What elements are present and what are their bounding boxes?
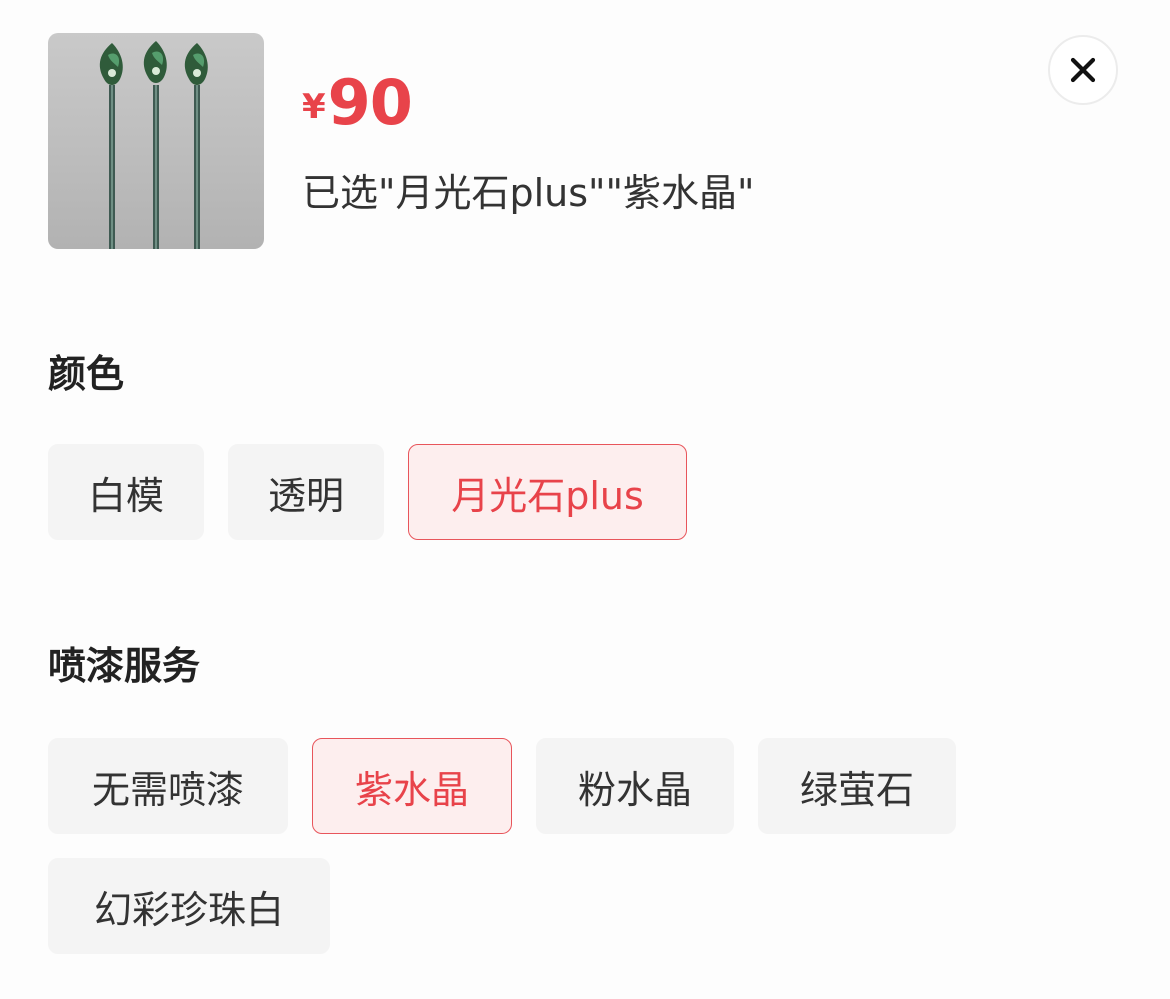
sku-selector-sheet: ¥90 已选"月光石plus""紫水晶" 颜色 白模 透明 月光石plus 喷漆… xyxy=(0,0,1170,999)
staff-image xyxy=(99,41,208,249)
close-icon xyxy=(1070,57,1096,83)
product-thumbnail xyxy=(48,33,264,249)
price-currency: ¥ xyxy=(302,87,326,127)
selected-summary: 已选"月光石plus""紫水晶" xyxy=(302,171,755,215)
paint-option-none[interactable]: 无需喷漆 xyxy=(48,738,288,834)
paint-option-amethyst[interactable]: 紫水晶 xyxy=(312,738,512,834)
color-section-title: 颜色 xyxy=(48,352,125,396)
paint-option-iridescent-pearl-white[interactable]: 幻彩珍珠白 xyxy=(48,858,330,954)
price-value: 90 xyxy=(327,66,413,139)
paint-option-rose-quartz[interactable]: 粉水晶 xyxy=(536,738,734,834)
price: ¥90 xyxy=(302,72,413,134)
paint-option-green-fluorite[interactable]: 绿萤石 xyxy=(758,738,956,834)
paint-service-section-title: 喷漆服务 xyxy=(48,644,201,688)
close-button[interactable] xyxy=(1048,35,1118,105)
color-option-moonstone-plus[interactable]: 月光石plus xyxy=(408,444,687,540)
color-option-white-model[interactable]: 白模 xyxy=(48,444,204,540)
color-option-transparent[interactable]: 透明 xyxy=(228,444,384,540)
